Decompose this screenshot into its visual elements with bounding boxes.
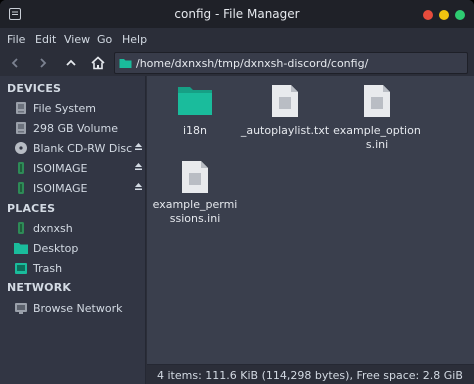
sidebar-item-cd-rw[interactable]: Blank CD-RW Disc [0,138,146,158]
folder-icon [178,87,212,115]
text-file-icon [364,85,390,117]
arrow-up-icon [66,59,76,66]
sidebar-item-browse-network[interactable]: Browse Network [0,298,146,318]
network-icon [15,303,27,314]
sidebar-item-isoimage-2[interactable]: ISOIMAGE [0,178,146,198]
sidebar-item-label: Blank CD-RW Disc [33,142,133,155]
network-header: NETWORK [7,281,72,294]
menu-file[interactable]: File [7,33,25,46]
file-view[interactable]: i18n _autoplaylist.txt example_options.i… [147,76,474,364]
title-bar[interactable]: config - File Manager [0,0,474,28]
menu-go[interactable]: Go [97,33,112,46]
home-icon [91,56,105,70]
path-text: /home/dxnxsh/tmp/dxnxsh-discord/config/ [136,57,369,70]
optical-disc-icon [15,142,27,154]
sidebar-item-isoimage-1[interactable]: ISOIMAGE [0,158,146,178]
sidebar-item-label: dxnxsh [33,222,73,235]
up-button[interactable] [60,52,82,74]
forward-button[interactable] [32,52,54,74]
eject-icon[interactable] [134,162,143,171]
sidebar-item-label: ISOIMAGE [33,182,88,195]
sidebar-item-file-system[interactable]: File System [0,98,146,118]
file-item-document[interactable]: _autoplaylist.txt [240,84,330,144]
text-file-icon [272,85,298,117]
file-name: _autoplaylist.txt [240,124,330,137]
sidebar-item-label: File System [33,102,96,115]
sidebar-item-home[interactable]: dxnxsh [0,218,146,238]
file-name: example_permissions.ini [152,198,238,225]
file-name: i18n [182,124,208,137]
file-item-document[interactable]: example_options.ini [332,84,422,154]
text-file-icon [182,161,208,193]
status-bar: 4 items: 111.6 KiB (114,298 bytes), Free… [147,364,474,384]
removable-drive-icon [18,182,24,194]
file-manager-window: config - File Manager File Edit View Go … [0,0,474,384]
sidebar-item-label: ISOIMAGE [33,162,88,175]
file-item-document[interactable]: example_permissions.ini [150,160,240,230]
back-button[interactable] [4,52,26,74]
toolbar: /home/dxnxsh/tmp/dxnxsh-discord/config/ [0,50,474,76]
close-button[interactable] [423,10,433,20]
sidebar-item-label: Desktop [33,242,79,255]
eject-icon[interactable] [134,142,143,151]
menu-bar: File Edit View Go Help [0,28,474,50]
status-text: 4 items: 111.6 KiB (114,298 bytes), Free… [157,369,463,382]
harddisk-icon [16,102,26,114]
menu-edit[interactable]: Edit [35,33,56,46]
home-button[interactable] [87,52,109,74]
sidebar-item-label: Browse Network [33,302,123,315]
places-header: PLACES [7,202,56,215]
file-name: example_options.ini [333,124,421,151]
home-folder-icon [18,222,24,234]
devices-header: DEVICES [7,82,62,95]
sidebar-item-label: Trash [33,262,63,275]
arrow-right-icon [40,58,47,68]
arrow-left-icon [11,58,18,68]
file-item-folder[interactable]: i18n [150,84,240,144]
trash-icon [15,263,27,274]
maximize-button[interactable] [455,10,465,20]
harddisk-icon [16,122,26,134]
desktop-folder-icon [14,243,28,254]
sidebar-item-desktop[interactable]: Desktop [0,238,146,258]
menu-view[interactable]: View [64,33,90,46]
window-title: config - File Manager [174,7,300,21]
minimize-button[interactable] [439,10,449,20]
folder-icon [119,59,132,68]
menu-help[interactable]: Help [122,33,147,46]
sidebar: DEVICES File System 298 GB Volume Blank … [0,76,146,384]
path-entry[interactable]: /home/dxnxsh/tmp/dxnxsh-discord/config/ [114,52,468,74]
sidebar-item-trash[interactable]: Trash [0,258,146,278]
eject-icon[interactable] [134,182,143,191]
sidebar-item-298gb-volume[interactable]: 298 GB Volume [0,118,146,138]
removable-drive-icon [18,162,24,174]
sidebar-item-label: 298 GB Volume [33,122,118,135]
